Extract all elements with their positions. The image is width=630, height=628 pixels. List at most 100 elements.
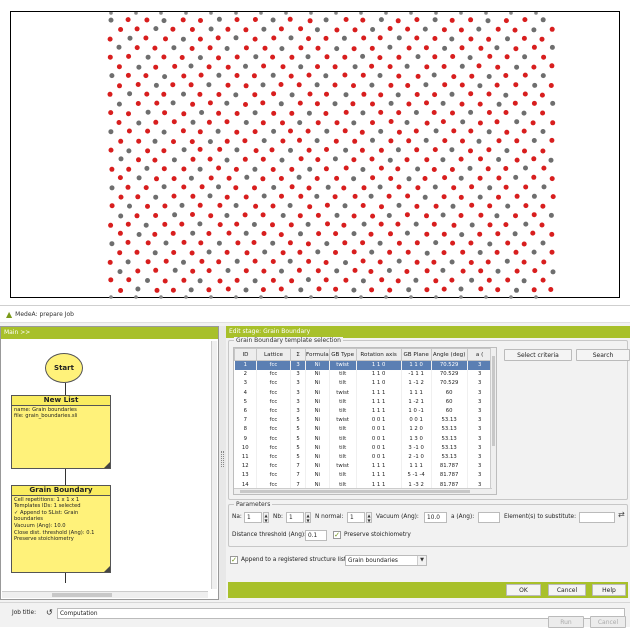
nickel-atom-red (360, 72, 366, 78)
nickel-atom-gray (108, 17, 114, 23)
table-row[interactable]: 10 fcc 5 Ni tilt 0 0 13 -1 0 53.13 3 (234, 443, 493, 453)
column-header[interactable]: ID (234, 348, 257, 361)
n-normal-stepper[interactable]: ▲ ▼ (366, 512, 372, 523)
table-cell: twist (329, 388, 357, 398)
column-header[interactable]: Formula (305, 348, 330, 361)
help-button[interactable]: Help (592, 584, 626, 596)
scrollbar-thumb[interactable] (240, 490, 470, 493)
nickel-atom-red (433, 278, 439, 284)
nickel-atom-red (522, 148, 527, 154)
distance-threshold-field[interactable]: 0.1 (305, 530, 327, 541)
flowchart-horizontal-scrollbar[interactable] (2, 591, 208, 598)
nickel-atom-red (197, 36, 203, 42)
table-row[interactable]: 4 fcc 3 Ni twist 1 1 11 1 1 60 3 (234, 388, 493, 398)
boundary-atom (484, 12, 488, 15)
table-row[interactable]: 6 fcc 3 Ni tilt 1 1 11 0 -1 60 3 (234, 406, 493, 416)
nickel-atom-red (144, 17, 150, 23)
nickel-atom-gray (271, 185, 277, 190)
column-header[interactable]: GB Type (328, 348, 357, 361)
table-row[interactable]: 8 fcc 5 Ni tilt 0 0 11 2 0 53.13 3 (234, 424, 493, 434)
table-row[interactable]: 2 fcc 3 Ni tilt 1 1 0 -1 1 1 70.529 3 (234, 369, 493, 379)
nickel-atom-red (405, 83, 411, 88)
run-button[interactable]: Run (548, 616, 584, 628)
flowchart-vertical-scrollbar[interactable] (211, 341, 217, 589)
table-row[interactable]: 12 fcc 7 Ni twist 1 1 11 1 1 81.787 3 (234, 461, 493, 471)
table-row[interactable]: 3 fcc 3 Ni tilt 1 1 01 -1 2 70.529 3 (234, 378, 493, 389)
flowchart-breadcrumb[interactable]: Main >> (1, 327, 218, 339)
splitter-grip[interactable] (221, 451, 224, 467)
nickel-atom-red (424, 268, 430, 274)
nickel-atom-gray (325, 184, 331, 190)
nickel-atom-gray (315, 249, 321, 255)
column-header[interactable]: a ( (466, 348, 493, 361)
undo-icon[interactable]: ↺ (46, 608, 53, 617)
template-table[interactable]: ID Lattice Σ Formula GB Type Rotation axis GB … (233, 347, 497, 495)
nickel-atom-red (522, 72, 528, 78)
a-field[interactable] (478, 512, 500, 523)
job-title-field[interactable]: Computation (57, 608, 625, 619)
nickel-atom-gray (161, 184, 167, 190)
nickel-atom-red (306, 258, 312, 264)
nickel-atom-red (496, 175, 502, 181)
table-cell: Ni (305, 443, 330, 453)
table-row[interactable]: 7 fcc 5 Ni twist 0 0 10 0 1 53.13 3 (234, 415, 493, 425)
grain-boundary-stage[interactable]: Grain Boundary Cell repetitions: 1 x 1 x… (11, 485, 111, 573)
new-list-stage[interactable]: New List name: Grain boundaries file: gr… (11, 395, 111, 469)
scrollbar-thumb[interactable] (492, 356, 495, 446)
nickel-atom-red (513, 249, 519, 255)
nickel-atom-gray (343, 147, 349, 153)
nickel-atom-red (305, 241, 311, 247)
table-row[interactable]: 5 fcc 3 Ni tilt 1 1 11 -2 1 60 3 (234, 397, 493, 407)
n-normal-field[interactable]: 1 (347, 512, 365, 523)
column-header[interactable]: GB Plane (400, 348, 432, 361)
nickel-atom-red (352, 138, 358, 144)
table-row[interactable]: 1 fcc 3 Ni twist 1 1 01 1 0 70.529 3 (234, 360, 493, 370)
nickel-atom-gray (324, 128, 330, 134)
nickel-atom-red (242, 138, 248, 144)
job-cancel-button[interactable]: Cancel (590, 616, 626, 628)
nb-field[interactable]: 1 (286, 512, 304, 523)
table-cell: 1 1 1 (356, 461, 402, 471)
select-criteria-button[interactable]: Select criteria (504, 349, 572, 361)
table-horizontal-scrollbar[interactable] (234, 488, 492, 494)
nickel-atom-gray (486, 129, 492, 135)
column-header[interactable]: Lattice (256, 348, 291, 361)
scrollbar-thumb[interactable] (52, 593, 112, 597)
table-row[interactable]: 9 fcc 5 Ni tilt 0 0 11 3 0 53.13 3 (234, 434, 493, 444)
structure-list-select[interactable]: Grain boundaries ▼ (345, 555, 427, 566)
table-cell: twist (329, 461, 357, 471)
nickel-atom-red (424, 100, 429, 106)
nickel-atom-red (503, 110, 509, 115)
nickel-atom-red (208, 175, 214, 181)
grain-boundary-line: Vacuum (Ang): 10.0 (14, 522, 66, 529)
structure-viewer[interactable] (10, 11, 621, 299)
column-header[interactable]: Rotation axis (355, 348, 402, 361)
element-substitute-field[interactable] (579, 512, 615, 523)
atom-canvas[interactable] (11, 12, 621, 299)
table-row[interactable]: 11 fcc 5 Ni tilt 0 0 12 -1 0 53.13 3 (234, 452, 493, 462)
cancel-button[interactable]: Cancel (548, 584, 586, 596)
table-vertical-scrollbar[interactable] (490, 348, 496, 494)
ok-button[interactable]: OK (506, 584, 541, 596)
start-node[interactable]: Start (45, 353, 83, 383)
nb-stepper[interactable]: ▲ ▼ (305, 512, 311, 523)
nickel-atom-red (404, 212, 410, 218)
na-field[interactable]: 1 (244, 512, 262, 523)
nickel-atom-gray (224, 157, 230, 163)
vacuum-field[interactable]: 10.0 (424, 512, 447, 523)
search-button[interactable]: Search (576, 349, 630, 361)
link-icon[interactable]: ⇄ (618, 510, 625, 519)
chevron-down-icon[interactable]: ▼ (417, 556, 426, 565)
table-cell: 3 (467, 369, 493, 379)
nickel-atom-red (170, 26, 176, 32)
append-list-checkbox[interactable]: ✓ (230, 556, 238, 564)
column-header[interactable]: Σ (290, 348, 306, 361)
table-row[interactable]: 13 fcc 7 Ni tilt 1 1 15 -1 -4 81.787 3 (234, 470, 493, 480)
preserve-stoichiometry-checkbox[interactable]: ✓ (333, 531, 341, 539)
table-cell: 3 (467, 452, 493, 462)
pane-splitter[interactable] (219, 326, 226, 600)
nickel-atom-red (343, 109, 349, 115)
nickel-atom-red (260, 120, 266, 126)
column-header[interactable]: Angle (deg) (430, 348, 468, 361)
na-stepper[interactable]: ▲ ▼ (263, 512, 269, 523)
